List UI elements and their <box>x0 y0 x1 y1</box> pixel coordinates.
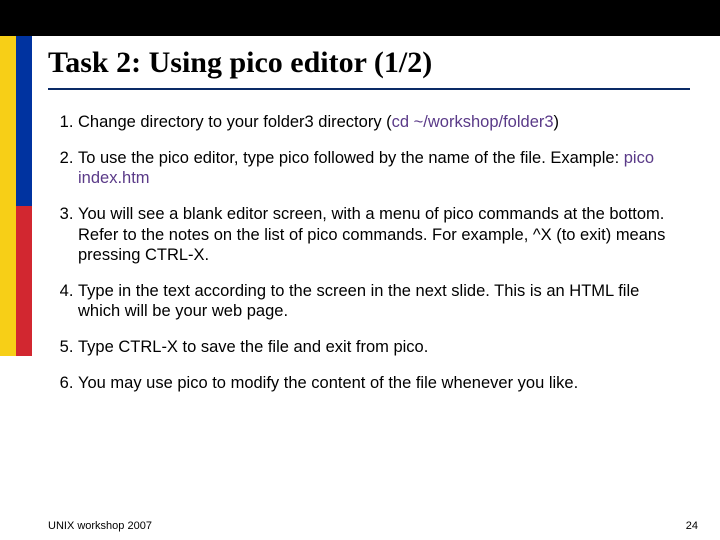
step-1-command: cd ~/workshop/folder3 <box>392 113 554 131</box>
step-3: You will see a blank editor screen, with… <box>78 204 690 264</box>
sidebar-yellow-stripe <box>0 36 16 356</box>
step-2: To use the pico editor, type pico follow… <box>78 148 690 188</box>
step-2-text-a: To use the pico editor, type pico follow… <box>78 149 624 167</box>
slide-content: Task 2: Using pico editor (1/2) Change d… <box>48 46 690 522</box>
steps-list: Change directory to your folder3 directo… <box>48 112 690 393</box>
sidebar-blue-stripe <box>16 36 32 206</box>
step-1-text-a: Change directory to your folder3 directo… <box>78 113 392 131</box>
slide-footer: UNIX workshop 2007 24 <box>48 520 698 532</box>
step-5: Type CTRL-X to save the file and exit fr… <box>78 337 690 357</box>
step-4: Type in the text according to the screen… <box>78 281 690 321</box>
top-bar <box>0 0 720 36</box>
sidebar-red-stripe <box>16 206 32 356</box>
footer-left: UNIX workshop 2007 <box>48 520 152 532</box>
step-1-text-c: ) <box>554 113 560 131</box>
footer-page-number: 24 <box>686 520 698 532</box>
step-1: Change directory to your folder3 directo… <box>78 112 690 132</box>
slide-title: Task 2: Using pico editor (1/2) <box>48 46 690 90</box>
step-6: You may use pico to modify the content o… <box>78 373 690 393</box>
